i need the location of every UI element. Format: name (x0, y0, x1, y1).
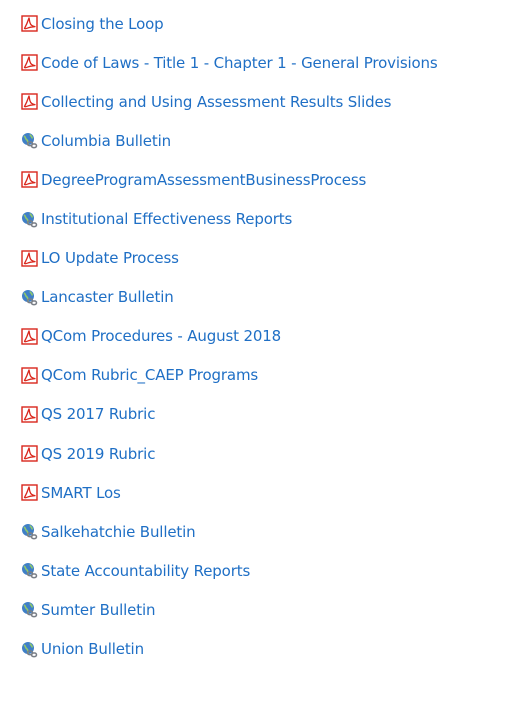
document-link[interactable]: QCom Rubric_CAEP Programs (41, 365, 258, 385)
document-link[interactable]: Closing the Loop (41, 14, 164, 34)
pdf-icon[interactable] (21, 367, 38, 384)
document-link[interactable]: QS 2017 Rubric (41, 404, 155, 424)
document-link[interactable]: QS 2019 Rubric (41, 444, 155, 464)
list-item: Sumter Bulletin (0, 590, 506, 629)
web-link-icon[interactable] (21, 601, 38, 618)
web-link-icon[interactable] (21, 641, 38, 658)
list-item: LO Update Process (0, 239, 506, 278)
list-item: Closing the Loop (0, 4, 506, 43)
pdf-icon[interactable] (21, 15, 38, 32)
web-link-icon[interactable] (21, 523, 38, 540)
list-item: Institutional Effectiveness Reports (0, 199, 506, 238)
pdf-icon[interactable] (21, 249, 38, 267)
list-item: Code of Laws - Title 1 - Chapter 1 - Gen… (0, 43, 506, 82)
document-link[interactable]: Lancaster Bulletin (41, 287, 174, 307)
pdf-icon[interactable] (21, 484, 38, 501)
pdf-icon[interactable] (21, 328, 38, 345)
document-link[interactable]: QCom Procedures - August 2018 (41, 326, 281, 346)
list-item: QCom Procedures - August 2018 (0, 317, 506, 356)
document-link[interactable]: Columbia Bulletin (41, 131, 171, 151)
list-item: QCom Rubric_CAEP Programs (0, 356, 506, 395)
list-item: SMART Los (0, 473, 506, 512)
document-link[interactable]: Code of Laws - Title 1 - Chapter 1 - Gen… (41, 53, 438, 73)
document-link[interactable]: SMART Los (41, 483, 121, 503)
list-item: Union Bulletin (0, 630, 506, 669)
web-link-icon[interactable] (21, 562, 38, 579)
document-list: Closing the Loop Code of Laws - Title 1 … (0, 4, 506, 669)
list-item: Columbia Bulletin (0, 121, 506, 160)
pdf-icon[interactable] (21, 445, 38, 462)
pdf-icon[interactable] (21, 406, 38, 423)
list-item: Salkehatchie Bulletin (0, 512, 506, 551)
document-link[interactable]: Collecting and Using Assessment Results … (41, 92, 391, 112)
pdf-icon[interactable] (21, 93, 38, 110)
document-link[interactable]: LO Update Process (41, 248, 179, 268)
list-item: State Accountability Reports (0, 551, 506, 590)
document-link[interactable]: State Accountability Reports (41, 561, 250, 581)
document-link[interactable]: Sumter Bulletin (41, 600, 156, 620)
web-link-icon[interactable] (21, 132, 38, 149)
list-item: QS 2019 Rubric (0, 434, 506, 473)
list-item: Collecting and Using Assessment Results … (0, 82, 506, 121)
document-link[interactable]: DegreeProgramAssessmentBusinessProcess (41, 170, 366, 190)
document-link[interactable]: Salkehatchie Bulletin (41, 522, 196, 542)
web-link-icon[interactable] (21, 211, 38, 228)
web-link-icon[interactable] (21, 289, 38, 306)
document-link[interactable]: Union Bulletin (41, 639, 144, 659)
list-item: QS 2017 Rubric (0, 395, 506, 434)
list-item: Lancaster Bulletin (0, 278, 506, 317)
document-link[interactable]: Institutional Effectiveness Reports (41, 209, 292, 229)
list-item: DegreeProgramAssessmentBusinessProcess (0, 160, 506, 199)
pdf-icon[interactable] (21, 54, 38, 71)
pdf-icon[interactable] (21, 171, 38, 189)
